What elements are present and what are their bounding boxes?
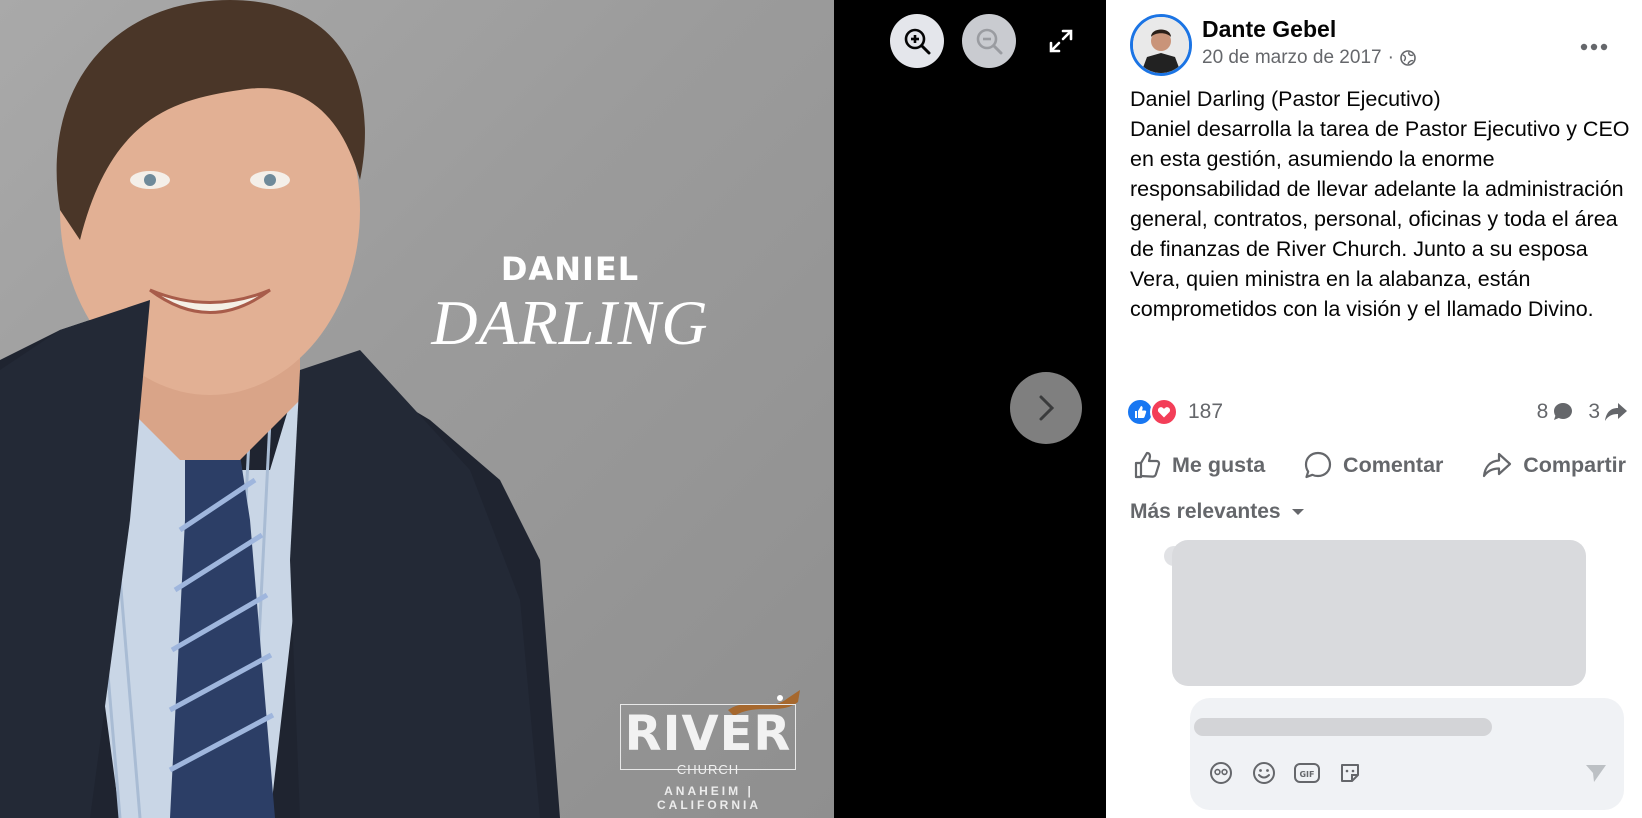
send-icon [1586,765,1606,782]
sticker-icon[interactable] [1337,760,1363,786]
comment-placeholder [1172,540,1586,686]
comment-composer[interactable]: GIF [1190,698,1624,810]
post-text: Daniel Darling (Pastor Ejecutivo) Daniel… [1130,87,1630,321]
logo-city: ANAHEIM | CALIFORNIA [657,784,761,812]
chevron-right-icon [1039,395,1055,421]
comment-label: Comentar [1343,452,1444,477]
expand-icon [1049,29,1073,53]
emoji-icon[interactable] [1251,760,1277,786]
reactions-count: 187 [1188,400,1224,423]
gif-icon[interactable]: GIF [1294,760,1320,786]
meta-separator: · [1387,47,1394,68]
globe-icon [1400,50,1416,66]
photo-name-last: DARLING [431,287,709,358]
avatar-sticker-icon[interactable] [1208,760,1234,786]
comments-count-link[interactable]: 8 [1537,400,1575,424]
svg-text:GIF: GIF [1299,770,1314,779]
share-label: Compartir [1523,452,1626,477]
post-actions: Me gusta Comentar Compartir [1124,446,1634,484]
zoom-out-button[interactable] [962,14,1016,68]
comment-icon [1304,451,1332,479]
comment-bubble-icon [1554,403,1573,420]
post-panel: Dante Gebel 20 de marzo de 2017 · Daniel… [1106,0,1642,818]
composer-input-placeholder[interactable] [1194,718,1492,736]
share-button[interactable]: Compartir [1473,446,1634,484]
shares-count: 3 [1588,400,1600,423]
photo-name-first: DANIEL [500,250,640,288]
author-avatar[interactable] [1130,14,1192,76]
share-icon [1483,452,1512,478]
author-name[interactable]: Dante Gebel [1202,16,1336,43]
more-options-button[interactable] [1580,26,1608,58]
zoom-in-icon [904,28,931,55]
logo-sub: CHURCH [676,762,740,777]
share-arrow-icon [1605,403,1627,421]
love-reaction-icon [1150,398,1178,426]
comment-sort-dropdown[interactable]: Más relevantes [1130,500,1305,524]
post-meta: 20 de marzo de 2017 · [1202,47,1416,69]
send-comment-button[interactable] [1584,762,1608,789]
post-date[interactable]: 20 de marzo de 2017 [1202,47,1382,69]
comments-count: 8 [1536,400,1549,423]
caret-down-icon [1291,509,1304,515]
reactions-summary[interactable]: 187 [1126,398,1223,426]
composer-tools: GIF [1208,760,1363,786]
logo-word: RIVER [624,706,792,762]
zoom-out-icon [976,28,1003,55]
zoom-in-button[interactable] [890,14,944,68]
more-icon [1580,43,1608,51]
fullscreen-button[interactable] [1034,14,1088,68]
thumbs-up-icon [1134,451,1161,479]
photo-post-view: DANIEL DARLING RIVER CHURCH ANAHEIM | CA… [0,0,1642,818]
next-photo-button[interactable] [1010,372,1082,444]
river-church-logo: RIVER CHURCH ANAHEIM | CALIFORNIA [620,688,810,812]
avatar-image [1133,17,1189,73]
sort-label: Más relevantes [1130,500,1281,523]
engagement-counts: 8 3 [1537,400,1628,424]
photo-viewer: DANIEL DARLING RIVER CHURCH ANAHEIM | CA… [0,0,1106,818]
post-photo[interactable]: DANIEL DARLING RIVER CHURCH ANAHEIM | CA… [0,0,834,818]
like-button[interactable]: Me gusta [1124,446,1273,484]
like-label: Me gusta [1172,452,1266,477]
shares-count-link[interactable]: 3 [1588,400,1628,424]
comment-button[interactable]: Comentar [1295,446,1451,484]
